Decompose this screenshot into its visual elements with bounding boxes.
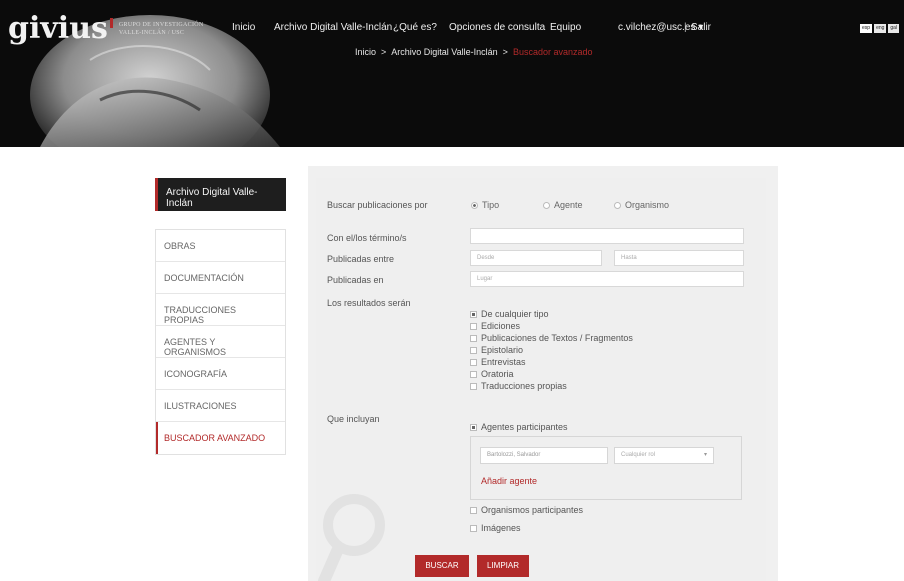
nav-separator: |: [684, 22, 687, 33]
terms-label: Con el/los término/s: [327, 233, 407, 243]
checkbox-label: Entrevistas: [481, 357, 526, 367]
sidebar-item-buscador[interactable]: BUSCADOR AVANZADO: [156, 422, 285, 454]
role-select-value: Cualquier rol: [621, 452, 656, 458]
header-banner: givius GRUPO DE INVESTIGACIÓN VALLE-INCL…: [0, 0, 904, 147]
chevron-down-icon: ▾: [703, 452, 707, 458]
checkbox-agentes-participantes[interactable]: Agentes participantes: [470, 421, 568, 433]
search-by-label: Buscar publicaciones por: [327, 200, 428, 210]
sidebar-menu: OBRAS DOCUMENTACIÓN TRADUCCIONES PROPIAS…: [155, 229, 286, 455]
agents-container: [470, 436, 742, 500]
sidebar-item-iconografia[interactable]: ICONOGRAFÍA: [156, 358, 285, 390]
date-from-input[interactable]: Desde: [470, 250, 602, 266]
checkbox-epistolario[interactable]: Epistolario: [470, 344, 633, 356]
checkbox-checked-icon: [470, 423, 477, 431]
checkbox-ediciones[interactable]: Ediciones: [470, 320, 633, 332]
checkbox-label: Agentes participantes: [481, 422, 568, 432]
checkbox-publicaciones[interactable]: Publicaciones de Textos / Fragmentos: [470, 332, 633, 344]
logo-subtitle: GRUPO DE INVESTIGACIÓN VALLE-INCLÁN / US…: [118, 22, 204, 36]
results-label: Los resultados serán: [327, 298, 411, 308]
checkbox-checked-icon: [470, 310, 477, 318]
radio-agente[interactable]: Agente: [543, 200, 583, 210]
radio-label: Agente: [554, 200, 583, 210]
checkbox-cualquier-tipo[interactable]: De cualquier tipo: [470, 308, 633, 320]
checkbox-icon: [470, 322, 477, 330]
radio-selected-icon: [471, 201, 478, 209]
checkbox-imagenes[interactable]: Imágenes: [470, 522, 521, 534]
checkbox-icon: [470, 524, 477, 532]
language-switcher: esp eng gal: [860, 24, 900, 33]
checkbox-icon: [470, 334, 477, 342]
date-to-input[interactable]: Hasta: [614, 250, 744, 266]
checkbox-traducciones[interactable]: Traducciones propias: [470, 380, 633, 392]
checkbox-icon: [470, 382, 477, 390]
breadcrumb-separator: >: [381, 47, 387, 57]
checkbox-label: Imágenes: [481, 523, 521, 533]
checkbox-icon: [470, 358, 477, 366]
checkbox-entrevistas[interactable]: Entrevistas: [470, 356, 633, 368]
add-agent-link[interactable]: Añadir agente: [481, 476, 537, 486]
sidebar-header[interactable]: Archivo Digital Valle-Inclán: [155, 178, 286, 211]
logout-link[interactable]: Salir: [691, 22, 711, 33]
checkbox-organismos[interactable]: Organismos participantes: [470, 504, 583, 516]
search-button[interactable]: BUSCAR: [415, 555, 469, 577]
radio-icon: [543, 201, 550, 209]
lang-eng[interactable]: eng: [874, 24, 887, 33]
site-logo[interactable]: givius GRUPO DE INVESTIGACIÓN VALLE-INCL…: [8, 14, 204, 44]
lang-esp[interactable]: esp: [860, 24, 873, 33]
breadcrumb: Inicio > Archivo Digital Valle-Inclán > Busc…: [355, 47, 593, 57]
sidebar-item-documentacion[interactable]: DOCUMENTACIÓN: [156, 262, 285, 294]
checkbox-label: Publicaciones de Textos / Fragmentos: [481, 333, 633, 343]
sidebar-item-obras[interactable]: OBRAS: [156, 230, 285, 262]
radio-label: Organismo: [625, 200, 670, 210]
logo-wordmark: givius: [8, 11, 108, 46]
place-input[interactable]: Lugar: [470, 271, 744, 287]
agent-input[interactable]: Bartolozzi, Salvador: [480, 447, 608, 464]
nav-item-inicio[interactable]: Inicio: [232, 22, 255, 33]
breadcrumb-separator: >: [502, 47, 508, 57]
checkbox-icon: [470, 370, 477, 378]
breadcrumb-archivo[interactable]: Archivo Digital Valle-Inclán: [391, 47, 497, 57]
nav-item-que-es[interactable]: ¿Qué es?: [393, 22, 437, 33]
nav-item-archivo[interactable]: Archivo Digital Valle-Inclán: [274, 22, 392, 33]
radio-organismo[interactable]: Organismo: [614, 200, 669, 210]
sidebar-item-ilustraciones[interactable]: ILUSTRACIONES: [156, 390, 285, 422]
logo-accent-mark: [109, 18, 113, 28]
checkbox-icon: [470, 506, 477, 514]
sidebar-item-traducciones[interactable]: TRADUCCIONES PROPIAS: [156, 294, 285, 326]
lang-gal[interactable]: gal: [888, 24, 900, 33]
result-types-list: De cualquier tipo Ediciones Publicacione…: [470, 308, 633, 392]
checkbox-label: Epistolario: [481, 345, 524, 355]
terms-input[interactable]: [470, 228, 744, 244]
breadcrumb-inicio[interactable]: Inicio: [355, 47, 376, 57]
radio-label: Tipo: [482, 200, 500, 210]
radio-tipo[interactable]: Tipo: [471, 200, 499, 210]
breadcrumb-current: Buscador avanzado: [512, 47, 593, 57]
published-between-label: Publicadas entre: [327, 254, 395, 264]
magnifier-watermark-icon: [318, 494, 385, 581]
checkbox-label: Traducciones propias: [481, 381, 567, 391]
published-in-label: Publicadas en: [327, 275, 384, 285]
role-select[interactable]: Cualquier rol ▾: [614, 447, 714, 464]
nav-item-opciones[interactable]: Opciones de consulta: [449, 22, 545, 33]
checkbox-label: De cualquier tipo: [481, 309, 549, 319]
checkbox-icon: [470, 346, 477, 354]
checkbox-label: Ediciones: [481, 321, 521, 331]
nav-item-equipo[interactable]: Equipo: [550, 22, 581, 33]
checkbox-oratoria[interactable]: Oratoria: [470, 368, 633, 380]
sidebar-item-agentes[interactable]: AGENTES Y ORGANISMOS: [156, 326, 285, 358]
clear-button[interactable]: LIMPIAR: [477, 555, 529, 577]
include-label: Que incluyan: [327, 414, 380, 424]
checkbox-label: Organismos participantes: [481, 505, 584, 515]
checkbox-label: Oratoria: [481, 369, 514, 379]
radio-icon: [614, 201, 621, 209]
